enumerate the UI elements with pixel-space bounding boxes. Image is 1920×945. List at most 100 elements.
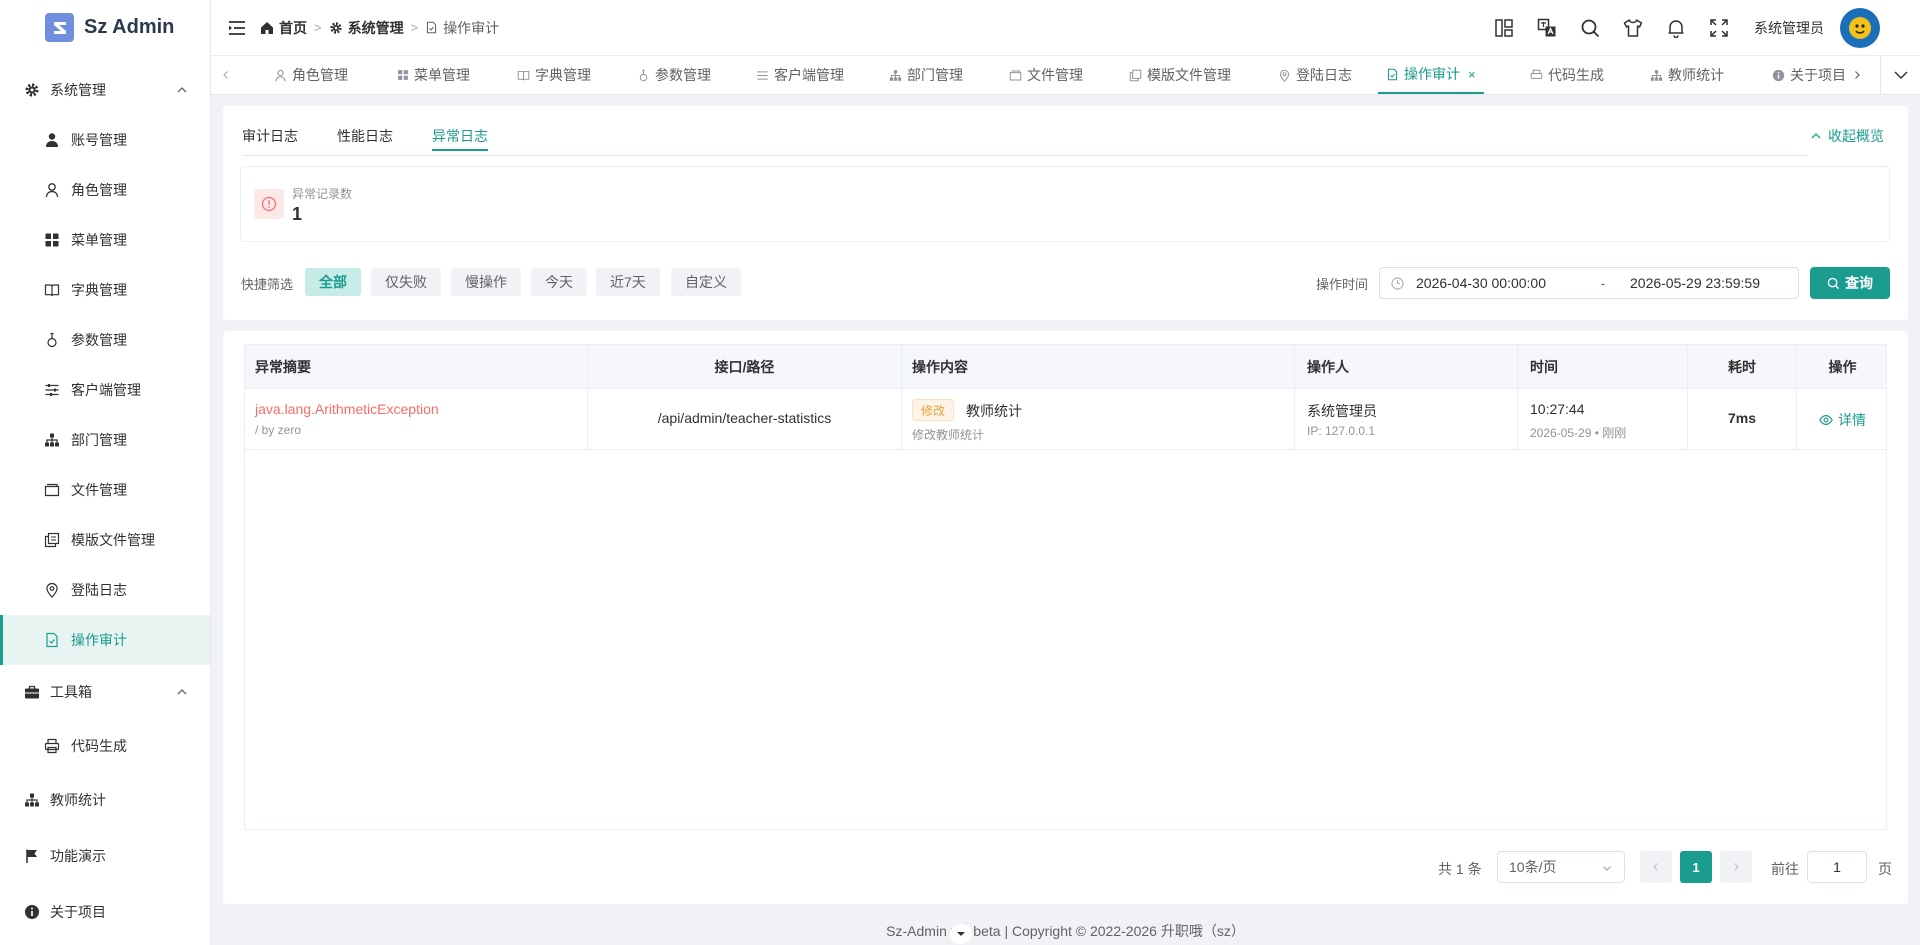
cell-path: /api/admin/teacher-statistics [588, 389, 902, 450]
home-icon [261, 21, 273, 34]
app-name: Sz Admin [84, 16, 175, 38]
tabs-scroll-right[interactable] [1842, 56, 1872, 94]
query-button[interactable]: 查询 [1810, 267, 1890, 299]
sidebar-item-menus[interactable]: 菜单管理 [0, 215, 210, 265]
sidebar-item-label: 部门管理 [71, 432, 127, 448]
sidebar-item-templates[interactable]: 模版文件管理 [0, 515, 210, 565]
chevron-left-icon [1653, 863, 1658, 871]
printer-icon [1530, 69, 1543, 79]
tab-teacher-stats[interactable]: 教师统计 [1642, 56, 1732, 94]
tabs-menu-dropdown[interactable] [1880, 56, 1920, 94]
menu-label: 关于项目 [50, 904, 106, 920]
menu-teacher-stats[interactable]: 教师统计 [0, 775, 210, 825]
breadcrumb-separator: > [314, 20, 322, 35]
menu-group-system[interactable]: 系统管理 [0, 65, 210, 115]
filter-chip-7days[interactable]: 近7天 [596, 268, 660, 296]
tab-label: 模版文件管理 [1147, 67, 1231, 83]
sidebar-item-params[interactable]: 参数管理 [0, 315, 210, 365]
page-size-select[interactable]: 10条/页 [1497, 851, 1625, 883]
tab-label: 部门管理 [907, 67, 963, 83]
operation-title: 教师统计 [966, 403, 1022, 419]
tab-menus[interactable]: 菜单管理 [389, 56, 478, 94]
fullscreen-icon[interactable] [1707, 16, 1731, 40]
filter-chip-failed[interactable]: 仅失败 [371, 268, 441, 296]
tabs-scroll-left[interactable] [211, 56, 241, 94]
next-page-button[interactable] [1720, 851, 1752, 883]
tab-departments[interactable]: 部门管理 [881, 56, 971, 94]
range-start[interactable]: 2026-04-30 00:00:00 [1416, 275, 1576, 291]
sidebar-item-label: 角色管理 [71, 182, 127, 198]
exception-table: 异常摘要 接口/路径 操作内容 操作人 时间 耗时 操作 java.lang.A… [244, 344, 1887, 830]
subtab-performance-log[interactable]: 性能日志 [337, 126, 393, 146]
api-path: /api/admin/teacher-statistics [657, 410, 832, 426]
sidebar-item-departments[interactable]: 部门管理 [0, 415, 210, 465]
operator-name: 系统管理员 [1307, 403, 1377, 419]
org-chart-icon [889, 69, 902, 81]
sidebar-item-accounts[interactable]: 账号管理 [0, 115, 210, 165]
gear-icon [329, 21, 342, 34]
prev-page-button[interactable] [1640, 851, 1672, 883]
tab-params[interactable]: 参数管理 [629, 56, 719, 94]
page-button-1[interactable]: 1 [1680, 851, 1712, 883]
cell-exception: java.lang.ArithmeticException / by zero [245, 389, 588, 450]
subtab-audit-log[interactable]: 审计日志 [242, 126, 298, 146]
exception-message: / by zero [255, 423, 302, 437]
chevron-up-icon [177, 87, 187, 93]
filter-chip-slow[interactable]: 慢操作 [451, 268, 521, 296]
sidebar-item-clients[interactable]: 客户端管理 [0, 365, 210, 415]
breadcrumb-system[interactable]: 系统管理 [329, 18, 404, 38]
sidebar: Sz Admin 系统管理 账号管理 角色管理 菜单管理 字典管理 参数管理 客… [0, 0, 211, 945]
tab-login-log[interactable]: 登陆日志 [1270, 56, 1360, 94]
close-icon[interactable]: × [1468, 67, 1476, 82]
avatar[interactable] [1840, 7, 1880, 48]
sidebar-item-codegen[interactable]: 代码生成 [0, 721, 210, 771]
eye-icon [1819, 415, 1833, 425]
menu-group-tools[interactable]: 工具箱 [0, 667, 210, 717]
tab-audit[interactable]: 操作审计 × [1378, 56, 1484, 94]
sidebar-item-label: 文件管理 [71, 482, 127, 498]
filter-chip-today[interactable]: 今天 [531, 268, 587, 296]
layout-icon[interactable] [1492, 16, 1516, 40]
tab-about[interactable]: 关于项目 [1764, 56, 1854, 94]
filter-chip-all[interactable]: 全部 [305, 268, 361, 296]
tab-files[interactable]: 文件管理 [1001, 56, 1091, 94]
sidebar-item-dictionary[interactable]: 字典管理 [0, 265, 210, 315]
exception-name[interactable]: java.lang.ArithmeticException [255, 401, 439, 417]
tab-codegen[interactable]: 代码生成 [1522, 56, 1612, 94]
tab-label: 参数管理 [655, 67, 711, 83]
chevron-up-icon [177, 689, 187, 695]
sidebar-item-roles[interactable]: 角色管理 [0, 165, 210, 215]
goto-prefix: 前往 [1771, 861, 1799, 877]
user-name[interactable]: 系统管理员 [1754, 18, 1824, 38]
translate-icon[interactable] [1535, 16, 1559, 40]
detail-button[interactable]: 详情 [1797, 410, 1888, 430]
menu-demo[interactable]: 功能演示 [0, 831, 210, 881]
date-range-picker[interactable]: 2026-04-30 00:00:00 - 2026-05-29 23:59:5… [1379, 267, 1799, 299]
collapse-sidebar-icon[interactable] [228, 20, 246, 36]
collapse-overview-button[interactable]: 收起概览 [1810, 126, 1884, 146]
breadcrumb-home[interactable]: 首页 [260, 18, 307, 38]
footer-toggle[interactable] [950, 924, 972, 944]
sidebar-item-files[interactable]: 文件管理 [0, 465, 210, 515]
log-type-tabs: 审计日志 性能日志 异常日志 [242, 106, 1807, 156]
sidebar-item-label: 操作审计 [71, 632, 127, 648]
tab-templates[interactable]: 模版文件管理 [1121, 56, 1239, 94]
sidebar-item-login-log[interactable]: 登陆日志 [0, 565, 210, 615]
filter-chip-custom[interactable]: 自定义 [671, 268, 741, 296]
goto-page-input[interactable] [1807, 851, 1867, 883]
range-end[interactable]: 2026-05-29 23:59:59 [1630, 275, 1760, 291]
menu-about[interactable]: 关于项目 [0, 887, 210, 937]
search-icon[interactable] [1578, 16, 1602, 40]
logo[interactable]: Sz Admin [0, 0, 210, 55]
search-icon [1827, 277, 1840, 289]
menu-group-label: 工具箱 [50, 684, 92, 700]
theme-shirt-icon[interactable] [1621, 16, 1645, 40]
subtab-exception-log[interactable]: 异常日志 [432, 126, 488, 151]
document-check-icon [46, 632, 58, 648]
tab-dictionary[interactable]: 字典管理 [509, 56, 599, 94]
sidebar-item-label: 参数管理 [71, 332, 127, 348]
bell-icon[interactable] [1664, 16, 1688, 40]
tab-roles[interactable]: 角色管理 [266, 56, 356, 94]
tab-clients[interactable]: 客户端管理 [748, 56, 852, 94]
sidebar-item-audit[interactable]: 操作审计 [0, 615, 210, 665]
